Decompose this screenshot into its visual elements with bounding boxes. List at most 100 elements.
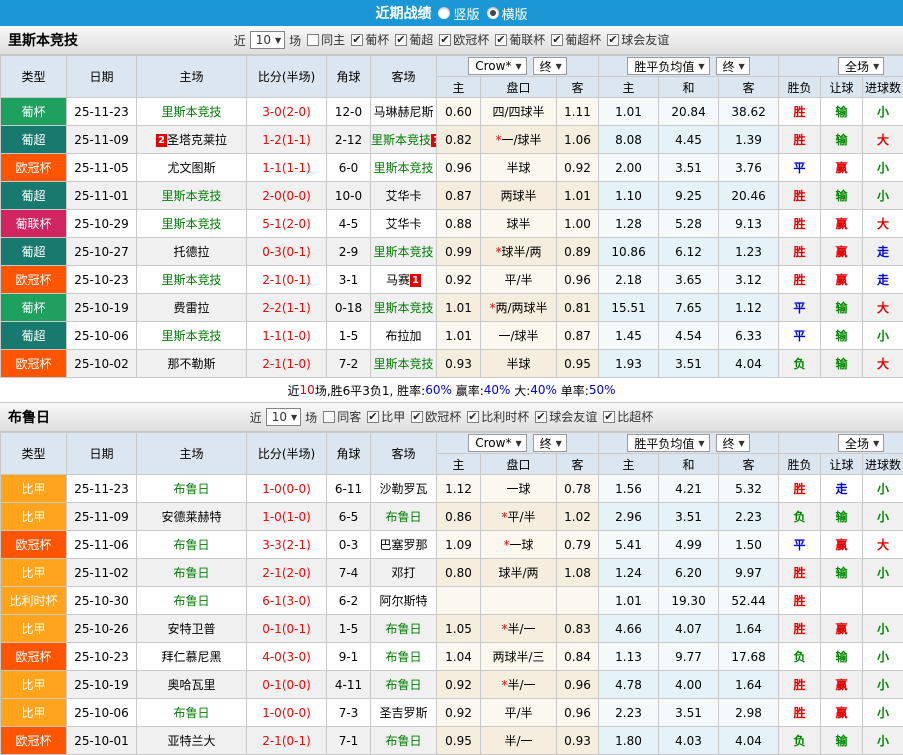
away-team-name[interactable]: 马赛 bbox=[386, 273, 410, 287]
filter-checkbox-葡超杯[interactable]: 葡超杯 bbox=[551, 31, 601, 48]
filter-checkbox-葡联杯[interactable]: 葡联杯 bbox=[495, 31, 545, 48]
checkbox-checked-icon[interactable] bbox=[395, 34, 407, 46]
home-team[interactable]: 尤文图斯 bbox=[137, 154, 247, 182]
away-team-name[interactable]: 里斯本竞技 bbox=[373, 301, 433, 315]
home-team[interactable]: 费雷拉 bbox=[137, 294, 247, 322]
away-team-name[interactable]: 里斯本竞技 bbox=[371, 133, 431, 147]
home-team-name[interactable]: 里斯本竞技 bbox=[161, 189, 221, 203]
filter-checkbox-葡杯[interactable]: 葡杯 bbox=[351, 31, 389, 48]
checkbox-checked-icon[interactable] bbox=[411, 411, 423, 423]
away-team-name[interactable]: 圣吉罗斯 bbox=[379, 706, 427, 720]
home-team-name[interactable]: 布鲁日 bbox=[173, 482, 209, 496]
home-team-name[interactable]: 安特卫普 bbox=[167, 622, 215, 636]
away-team[interactable]: 布鲁日 bbox=[371, 503, 437, 531]
away-team[interactable]: 沙勒罗瓦 bbox=[371, 475, 437, 503]
away-team[interactable]: 艾华卡 bbox=[371, 210, 437, 238]
away-team-name[interactable]: 布鲁日 bbox=[385, 650, 421, 664]
filter-checkbox-欧冠杯[interactable]: 欧冠杯 bbox=[411, 408, 461, 425]
home-team[interactable]: 布鲁日 bbox=[137, 587, 247, 615]
away-team-name[interactable]: 巴塞罗那 bbox=[379, 538, 427, 552]
avg-odds-select[interactable]: 胜平负均值▼ bbox=[627, 434, 709, 452]
away-team[interactable]: 里斯本竞技 bbox=[371, 294, 437, 322]
home-team-name[interactable]: 尤文图斯 bbox=[167, 161, 215, 175]
checkbox-checked-icon[interactable] bbox=[551, 34, 563, 46]
checkbox-checked-icon[interactable] bbox=[467, 411, 479, 423]
home-team[interactable]: 布鲁日 bbox=[137, 531, 247, 559]
away-team[interactable]: 里斯本竞技 bbox=[371, 238, 437, 266]
home-team[interactable]: 奥哈瓦里 bbox=[137, 671, 247, 699]
home-team[interactable]: 里斯本竞技 bbox=[137, 322, 247, 350]
away-team[interactable]: 马赛1 bbox=[371, 266, 437, 294]
home-team[interactable]: 拜仁慕尼黑 bbox=[137, 643, 247, 671]
home-team-name[interactable]: 布鲁日 bbox=[173, 594, 209, 608]
home-team[interactable]: 安特卫普 bbox=[137, 615, 247, 643]
away-team[interactable]: 里斯本竞技 bbox=[371, 154, 437, 182]
home-team[interactable]: 布鲁日 bbox=[137, 475, 247, 503]
home-team-name[interactable]: 拜仁慕尼黑 bbox=[161, 650, 221, 664]
odds-state-select[interactable]: 终▼ bbox=[533, 434, 567, 452]
away-team-name[interactable]: 里斯本竞技 bbox=[373, 357, 433, 371]
home-team[interactable]: 亚特兰大 bbox=[137, 727, 247, 755]
filter-checkbox-同客[interactable]: 同客 bbox=[323, 408, 361, 425]
odds-source-select[interactable]: Crow*▼ bbox=[468, 57, 526, 75]
away-team-name[interactable]: 布鲁日 bbox=[385, 510, 421, 524]
checkbox-checked-icon[interactable] bbox=[607, 34, 619, 46]
home-team-name[interactable]: 亚特兰大 bbox=[167, 734, 215, 748]
radio-selected-icon[interactable] bbox=[487, 7, 499, 19]
home-team[interactable]: 布鲁日 bbox=[137, 559, 247, 587]
home-team-name[interactable]: 布鲁日 bbox=[173, 566, 209, 580]
filter-checkbox-欧冠杯[interactable]: 欧冠杯 bbox=[439, 31, 489, 48]
home-team-name[interactable]: 安德莱赫特 bbox=[161, 510, 221, 524]
home-team[interactable]: 托德拉 bbox=[137, 238, 247, 266]
away-team[interactable]: 布鲁日 bbox=[371, 643, 437, 671]
filter-checkbox-同主[interactable]: 同主 bbox=[307, 31, 345, 48]
odds-state-select[interactable]: 终▼ bbox=[533, 57, 567, 75]
home-team-name[interactable]: 费雷拉 bbox=[173, 301, 209, 315]
away-team-name[interactable]: 马琳赫尼斯 bbox=[373, 105, 433, 119]
home-team-name[interactable]: 圣塔克莱拉 bbox=[167, 133, 227, 147]
home-team-name[interactable]: 布鲁日 bbox=[173, 706, 209, 720]
away-team-name[interactable]: 里斯本竞技 bbox=[373, 161, 433, 175]
scope-select[interactable]: 全场▼ bbox=[838, 434, 884, 452]
checkbox-checked-icon[interactable] bbox=[367, 411, 379, 423]
away-team-name[interactable]: 艾华卡 bbox=[385, 189, 421, 203]
away-team[interactable]: 里斯本竞技 bbox=[371, 350, 437, 378]
away-team[interactable]: 布鲁日 bbox=[371, 615, 437, 643]
away-team-name[interactable]: 沙勒罗瓦 bbox=[379, 482, 427, 496]
away-team[interactable]: 艾华卡 bbox=[371, 182, 437, 210]
layout-option-vertical[interactable]: 竖版 bbox=[438, 4, 479, 23]
home-team[interactable]: 那不勒斯 bbox=[137, 350, 247, 378]
avg-state-select[interactable]: 终▼ bbox=[716, 434, 750, 452]
filter-checkbox-比超杯[interactable]: 比超杯 bbox=[603, 408, 653, 425]
checkbox-unchecked-icon[interactable] bbox=[307, 34, 319, 46]
layout-option-horizontal[interactable]: 横版 bbox=[487, 4, 528, 23]
away-team-name[interactable]: 艾华卡 bbox=[385, 217, 421, 231]
away-team-name[interactable]: 里斯本竞技 bbox=[373, 245, 433, 259]
home-team[interactable]: 里斯本竞技 bbox=[137, 182, 247, 210]
checkbox-checked-icon[interactable] bbox=[603, 411, 615, 423]
home-team[interactable]: 里斯本竞技 bbox=[137, 98, 247, 126]
filter-checkbox-球会友谊[interactable]: 球会友谊 bbox=[535, 408, 597, 425]
avg-state-select[interactable]: 终▼ bbox=[716, 57, 750, 75]
radio-unselected-icon[interactable] bbox=[438, 7, 450, 19]
home-team[interactable]: 安德莱赫特 bbox=[137, 503, 247, 531]
away-team[interactable]: 阿尔斯特 bbox=[371, 587, 437, 615]
filter-checkbox-比利时杯[interactable]: 比利时杯 bbox=[467, 408, 529, 425]
home-team-name[interactable]: 里斯本竞技 bbox=[161, 329, 221, 343]
home-team[interactable]: 2圣塔克莱拉 bbox=[137, 126, 247, 154]
away-team-name[interactable]: 布拉加 bbox=[385, 329, 421, 343]
home-team[interactable]: 里斯本竞技 bbox=[137, 210, 247, 238]
away-team[interactable]: 布鲁日 bbox=[371, 727, 437, 755]
match-count-select[interactable]: 10 ▼ bbox=[250, 31, 285, 49]
checkbox-checked-icon[interactable] bbox=[351, 34, 363, 46]
away-team[interactable]: 布鲁日 bbox=[371, 671, 437, 699]
home-team[interactable]: 里斯本竞技 bbox=[137, 266, 247, 294]
home-team-name[interactable]: 布鲁日 bbox=[173, 538, 209, 552]
match-count-select[interactable]: 10 ▼ bbox=[266, 408, 301, 426]
home-team[interactable]: 布鲁日 bbox=[137, 699, 247, 727]
away-team[interactable]: 马琳赫尼斯 bbox=[371, 98, 437, 126]
home-team-name[interactable]: 奥哈瓦里 bbox=[167, 678, 215, 692]
away-team[interactable]: 布拉加 bbox=[371, 322, 437, 350]
home-team-name[interactable]: 那不勒斯 bbox=[167, 357, 215, 371]
home-team-name[interactable]: 里斯本竞技 bbox=[161, 105, 221, 119]
